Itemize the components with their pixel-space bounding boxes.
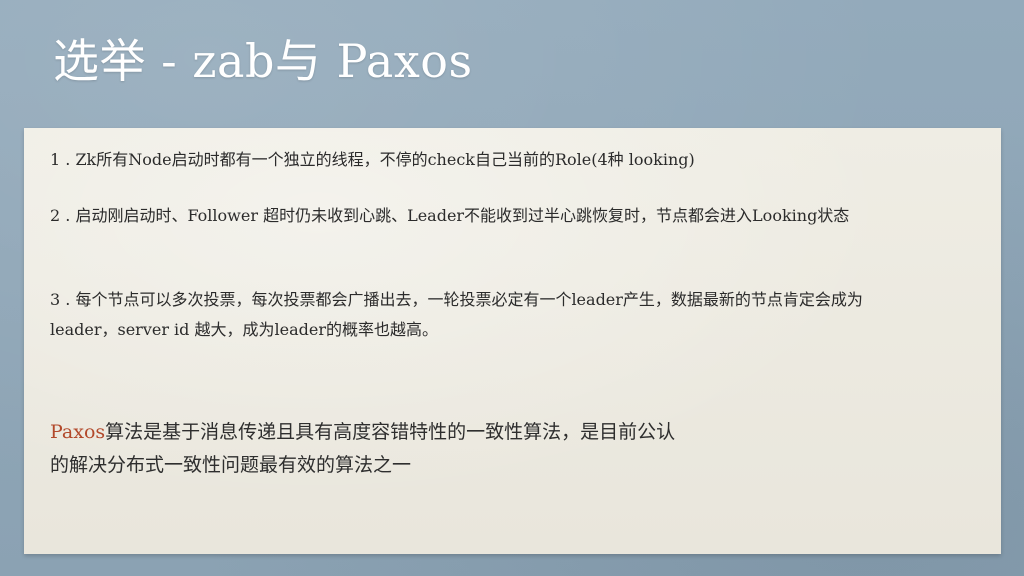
- content-panel: 1 . Zk所有Node启动时都有一个独立的线程，不停的check自己当前的Ro…: [24, 128, 1001, 554]
- point-1: 1 . Zk所有Node启动时都有一个独立的线程，不停的check自己当前的Ro…: [50, 150, 695, 169]
- paxos-description: 算法是基于消息传递且具有高度容错特性的一致性算法，是目前公认的解决分布式一致性问…: [50, 421, 676, 476]
- slide-title: 选举 - zab与 Paxos: [53, 34, 473, 88]
- point-3: 3 . 每个节点可以多次投票，每次投票都会广播出去，一轮投票必定有一个leade…: [50, 290, 863, 339]
- point-2: 2 . 启动刚启动时、Follower 超时仍未收到心跳、Leader不能收到过…: [50, 206, 850, 225]
- paxos-term: Paxos: [50, 421, 106, 443]
- paxos-note: Paxos算法是基于消息传递且具有高度容错特性的一致性算法，是目前公认的解决分布…: [50, 416, 690, 482]
